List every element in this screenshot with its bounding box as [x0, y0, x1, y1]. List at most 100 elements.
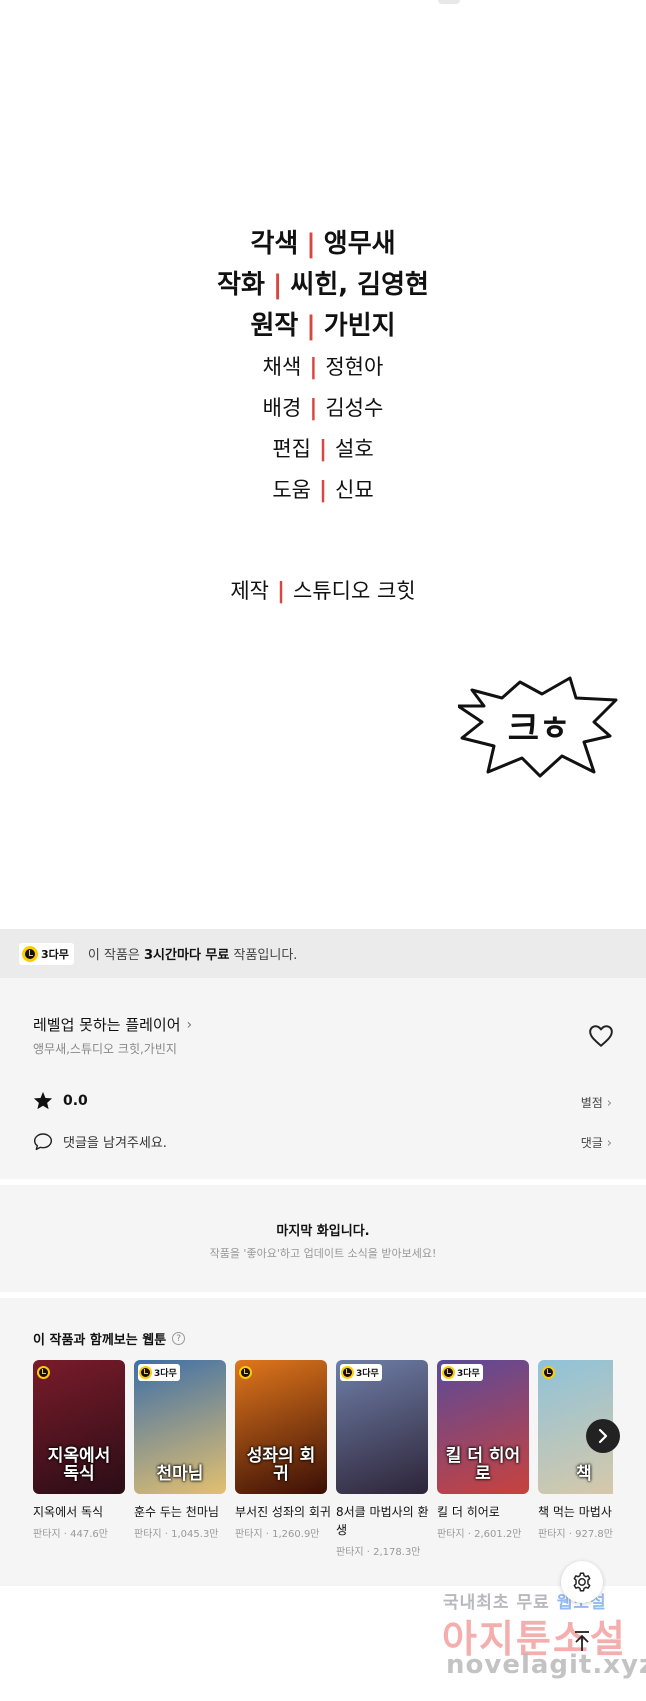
badge-label: 3다무: [154, 1369, 177, 1379]
credit-name: 설호: [335, 437, 374, 461]
sfx-burst-illustration: 크ㅎ: [458, 676, 618, 778]
card-title[interactable]: 지옥에서 독식: [33, 1503, 129, 1521]
comments-link[interactable]: 댓글 ›: [581, 1134, 612, 1151]
arrow-up-icon: [575, 1631, 589, 1651]
sfx-text: 크ㅎ: [508, 709, 571, 749]
cover-thumbnail[interactable]: 성좌의 회귀: [235, 1360, 327, 1494]
clock-icon: [442, 1366, 455, 1379]
settings-button[interactable]: [561, 1561, 603, 1603]
cover-thumbnail[interactable]: 3다무: [336, 1360, 428, 1494]
card-title[interactable]: 킬 더 히어로: [437, 1503, 533, 1521]
recommendation-card[interactable]: 지옥에서 독식 지옥에서 독식 판타지 · 447.6만: [33, 1360, 125, 1540]
last-episode-subtitle: 작품을 '좋아요'하고 업데이트 소식을 받아보세요!: [209, 1247, 437, 1260]
cover-title-art: 킬 더 히어로: [445, 1446, 521, 1485]
cover-title-art: 지옥에서 독식: [47, 1446, 111, 1485]
credit-role: 각색: [250, 229, 299, 259]
next-button[interactable]: [586, 1419, 620, 1453]
card-title[interactable]: 부서진 성좌의 회귀: [235, 1503, 331, 1521]
wait-free-badge: [37, 1364, 52, 1381]
credit-role: 편집: [272, 437, 311, 461]
chevron-right-icon: ›: [186, 1016, 193, 1033]
credit-divider: |: [306, 311, 316, 341]
badge-label: 3다무: [356, 1369, 379, 1379]
cover-thumbnail[interactable]: 3다무천마님: [134, 1360, 226, 1494]
credit-role: 제작: [230, 579, 269, 603]
free-notice-prefix: 이 작품은: [87, 948, 145, 963]
credit-name: 가빈지: [323, 311, 396, 341]
free-notice-suffix: 작품입니다.: [229, 948, 298, 963]
chevron-right-icon: ›: [606, 1096, 612, 1111]
cover-thumbnail[interactable]: 지옥에서 독식: [33, 1360, 125, 1494]
credit-divider: |: [318, 437, 328, 462]
comment-prompt: 댓글을 남겨주세요.: [63, 1136, 167, 1151]
card-title[interactable]: 8서클 마법사의 환생: [336, 1503, 432, 1539]
recommendation-card[interactable]: 성좌의 회귀부서진 성좌의 회귀판타지 · 1,260.9만: [235, 1360, 331, 1540]
badge-label: 3다무: [41, 947, 69, 961]
recommendation-card[interactable]: 3다무 8서클 마법사의 환생판타지 · 2,178.3만: [336, 1360, 429, 1558]
wait-free-badge: 3다무: [340, 1364, 382, 1381]
series-info-panel: 레벨업 못하는 플레이어 › 앵무새,스튜디오 크힛,가빈지 0.0 별점 › 댓…: [0, 978, 646, 1179]
series-title-link[interactable]: 레벨업 못하는 플레이어 ›: [33, 1014, 192, 1035]
comment-prompt-row[interactable]: 댓글을 남겨주세요.: [33, 1132, 167, 1151]
wait-free-badge: 3다무: [441, 1364, 483, 1381]
clock-icon: [239, 1366, 252, 1379]
free-notice-text: 이 작품은 3시간마다 무료 작품입니다.: [88, 944, 298, 963]
chevron-right-icon: [598, 1428, 608, 1444]
rating-value: 0.0: [63, 1092, 88, 1109]
gear-icon: [573, 1572, 591, 1592]
card-meta: 판타지 · 1,260.9만: [235, 1529, 320, 1540]
last-episode-title: 마지막 화입니다.: [276, 1224, 370, 1239]
free-notice-highlight: 3시간마다 무료: [144, 948, 230, 963]
card-meta: 판타지 · 2,601.2만: [437, 1529, 522, 1540]
credit-line-editing: 편집 | 설호: [0, 433, 646, 463]
last-episode-notice: 마지막 화입니다. 작품을 '좋아요'하고 업데이트 소식을 받아보세요!: [0, 1185, 646, 1292]
credit-name: 정현아: [325, 355, 384, 379]
wait-free-badge: 3다무: [19, 942, 74, 965]
rating-link[interactable]: 별점 ›: [581, 1094, 612, 1111]
recommendation-card[interactable]: 3다무킬 더 히어로 킬 더 히어로판타지 · 2,601.2만: [437, 1360, 529, 1540]
credit-divider: |: [309, 396, 318, 421]
credit-name: 스튜디오 크힛: [293, 579, 416, 603]
card-title[interactable]: 책 먹는 마법사: [538, 1503, 613, 1521]
watermark-url: novelagit.xyz: [446, 1650, 646, 1680]
chevron-right-icon: ›: [606, 1136, 612, 1151]
card-meta: 판타지 · 1,045.3만: [134, 1529, 219, 1540]
cover-title-art: 천마님: [156, 1464, 204, 1485]
credit-role: 배경: [262, 396, 302, 420]
credit-line-original: 원작 | 가빈지: [0, 305, 646, 342]
credit-divider: |: [306, 229, 316, 259]
recommendation-list: 지옥에서 독식 지옥에서 독식 판타지 · 447.6만 3다무 천마님 훈수 두는 천마…: [33, 1360, 613, 1580]
recommendations-heading: 이 작품과 함께보는 웹툰 ?: [33, 1329, 186, 1348]
clock-icon: [542, 1366, 555, 1379]
badge-label: 3다무: [457, 1369, 480, 1379]
scroll-top-button[interactable]: [565, 1624, 599, 1658]
recommendation-card[interactable]: 3다무 천마님 훈수 두는 천마님 판타지 · 1,045.3만: [134, 1360, 226, 1540]
card-title[interactable]: 훈수 두는 천마님: [134, 1503, 230, 1521]
credit-role: 도움: [272, 478, 311, 502]
clock-icon: [22, 945, 38, 962]
cover-title-art: 책: [576, 1464, 592, 1485]
clock-icon: [37, 1366, 50, 1379]
heart-icon[interactable]: [588, 1024, 614, 1048]
card-meta: 판타지 · 2,178.3만: [336, 1547, 421, 1558]
credit-role: 작화: [217, 270, 265, 300]
recommendations-section: 이 작품과 함께보는 웹툰 ? 지옥에서 독식 지옥에서 독식 판타지 · 447.…: [0, 1298, 646, 1586]
recommendations-heading-text: 이 작품과 함께보는 웹툰: [33, 1333, 167, 1348]
star-icon: [33, 1091, 53, 1110]
credit-role: 채색: [262, 355, 302, 379]
wait-free-badge: [239, 1364, 254, 1381]
comment-icon: [33, 1133, 53, 1151]
credit-divider: |: [272, 270, 283, 300]
clock-icon: [139, 1366, 152, 1379]
credit-line-art: 작화 | 씨힌, 김영현: [0, 264, 646, 301]
credit-line-background: 배경 | 김성수: [0, 392, 646, 422]
credits-section: 각색 | 앵무새 작화 | 씨힌, 김영현 원작 | 가빈지 채색 | 정현아 배경 | 김성수 편…: [0, 0, 646, 930]
wait-free-badge: 3다무: [138, 1364, 180, 1381]
credit-line-coloring: 채색 | 정현아: [0, 351, 646, 381]
help-icon[interactable]: ?: [172, 1332, 186, 1345]
credit-role: 원작: [250, 311, 299, 341]
rating-row: 0.0: [33, 1091, 88, 1110]
clock-icon: [341, 1366, 354, 1379]
cover-thumbnail[interactable]: 3다무킬 더 히어로: [437, 1360, 529, 1494]
credit-name: 김성수: [325, 396, 384, 420]
